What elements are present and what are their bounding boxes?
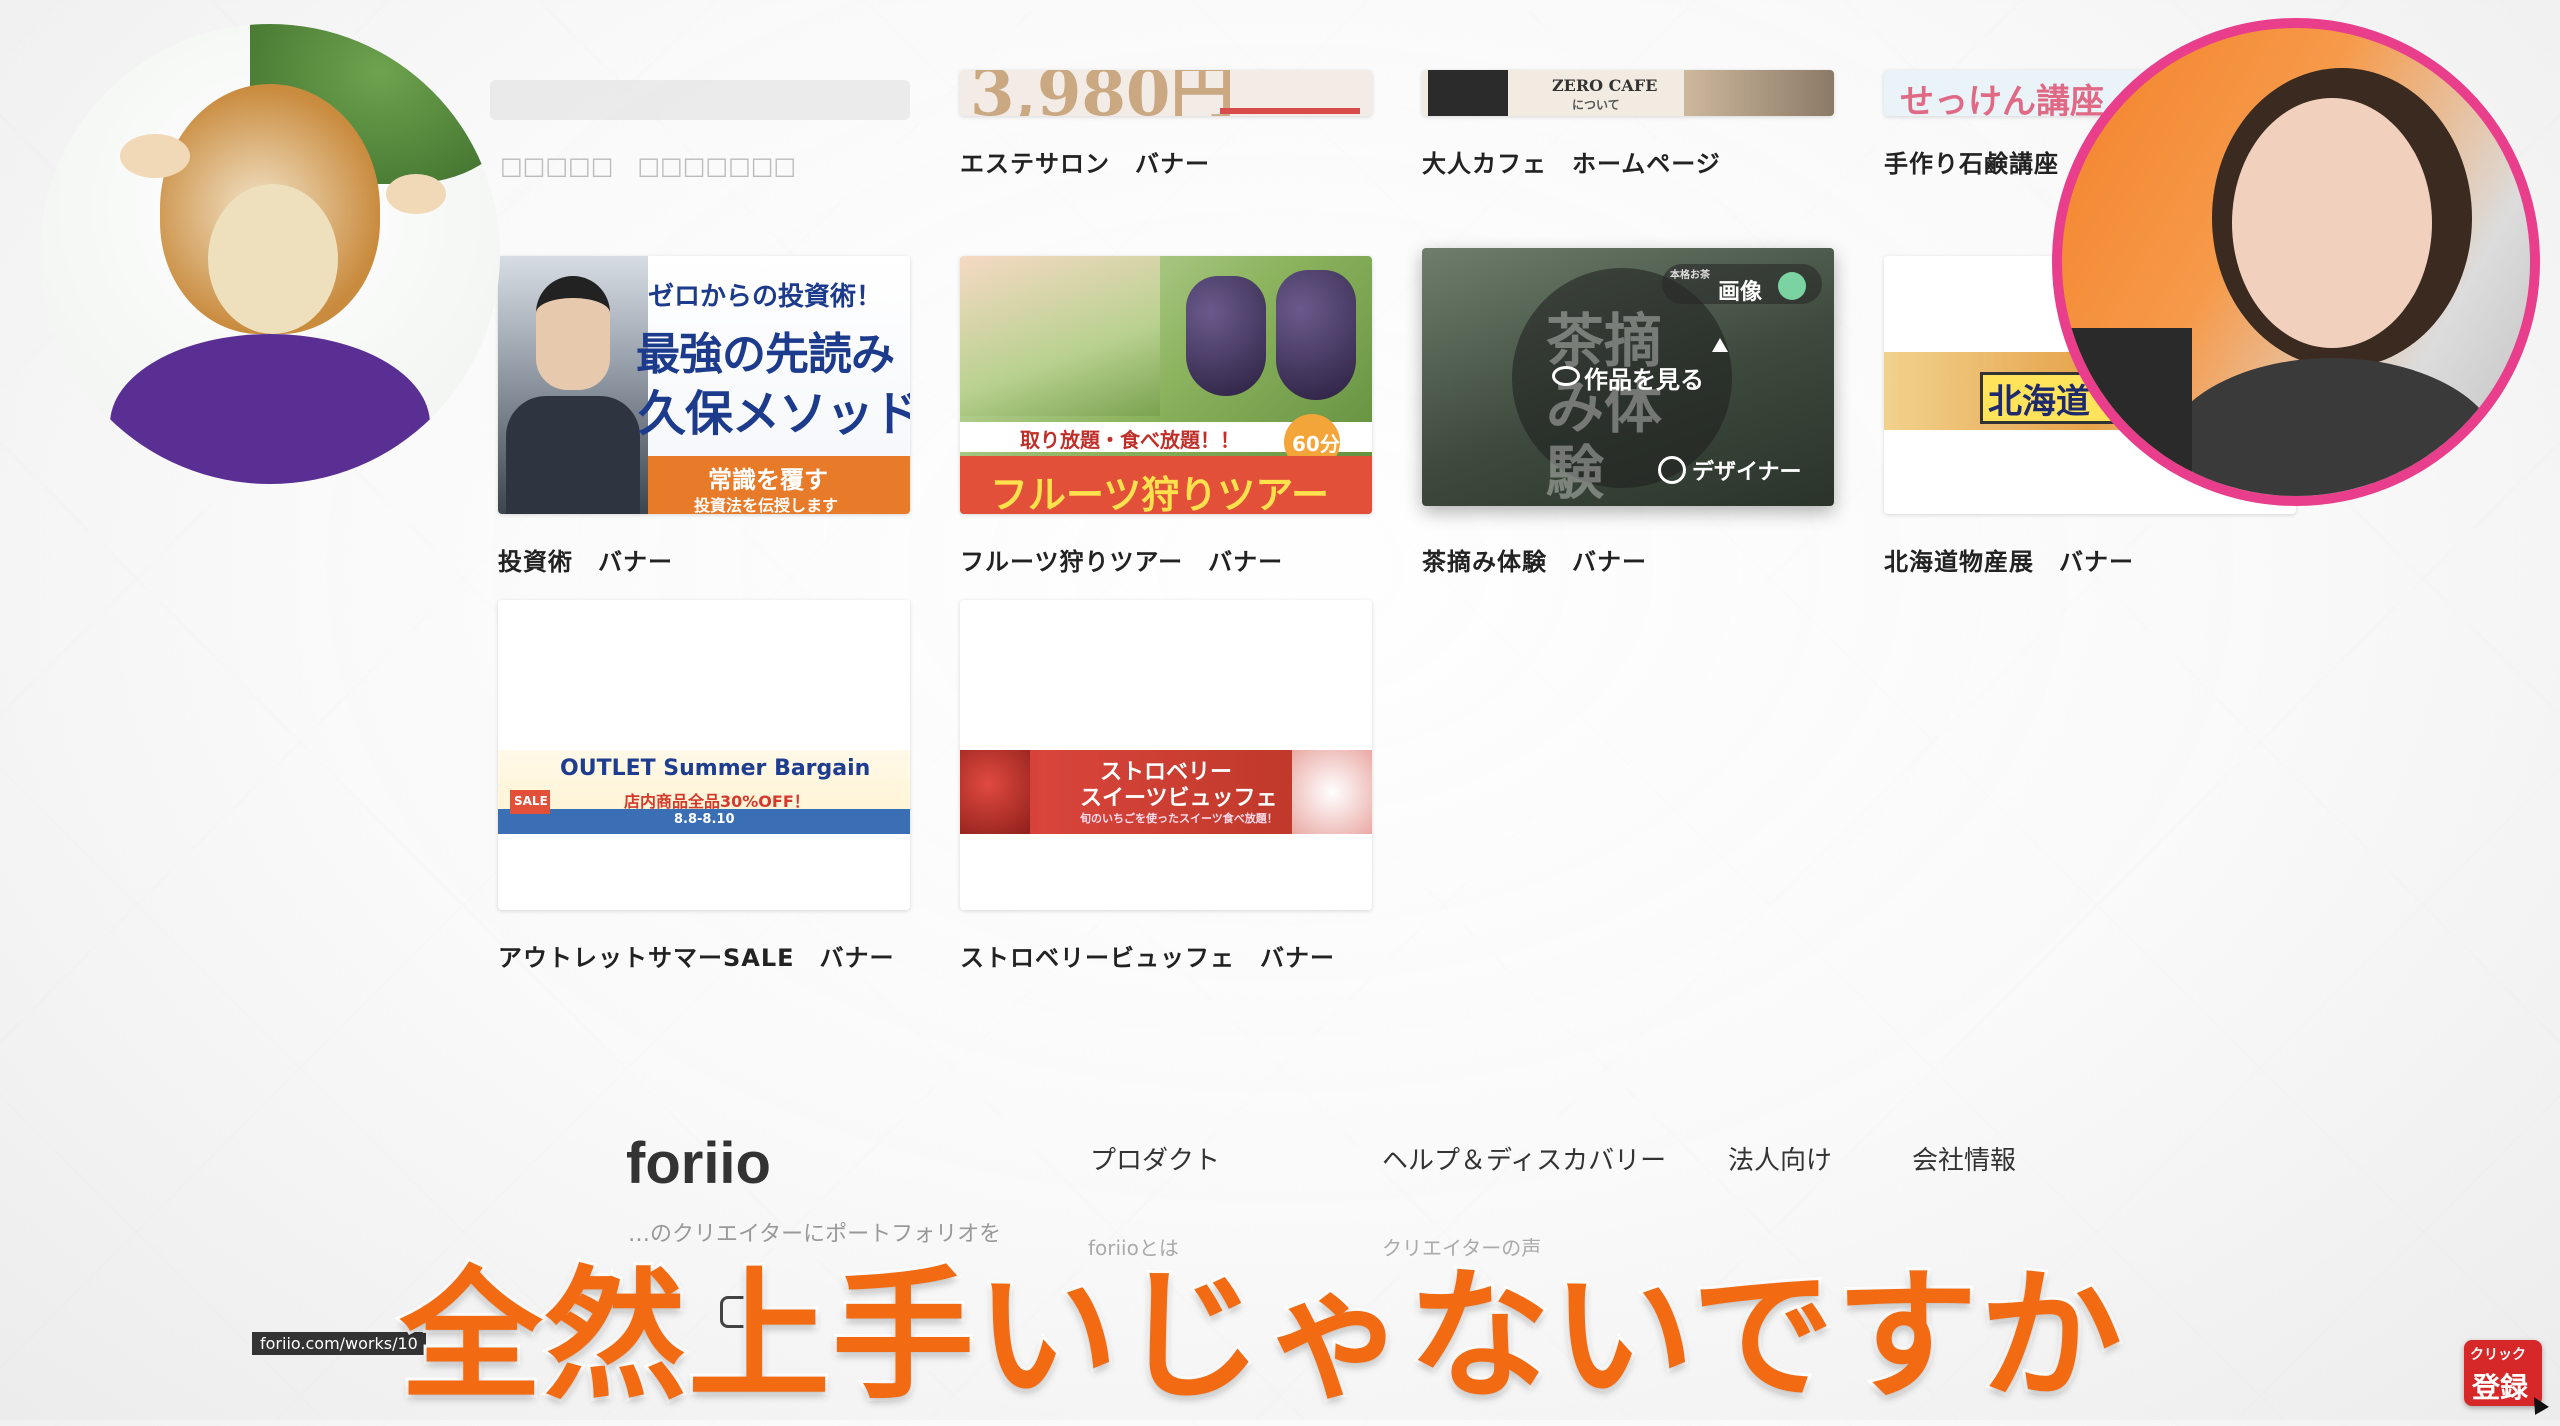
banner-line4: 常識を覆す (708, 466, 828, 494)
work-caption: 茶摘み体験 バナー (1422, 548, 1647, 576)
hover-designer-label[interactable]: デザイナー (1692, 454, 1802, 486)
presenter-face (2232, 98, 2432, 348)
work-thumbnail[interactable]: OUTLET Summer Bargain 店内商品全品30%OFF！ 8.8-… (498, 600, 910, 910)
banner-title: ZERO CAFE (1552, 76, 1658, 95)
banner-title: せっけん講座 (1900, 82, 2104, 116)
footer-link-company[interactable]: 会社情報 (1912, 1140, 2016, 1177)
banner-line2: 店内商品全品30%OFF！ (624, 792, 810, 811)
banner-price: 3,980円 (970, 70, 1235, 116)
mascot-body (110, 334, 430, 484)
banner-line1: ゼロからの投資術！ (648, 282, 883, 312)
hover-tag-small: 本格お茶 (1670, 270, 1710, 281)
work-thumbnail[interactable]: ストロベリー スイーツビュッフェ 旬のいちごを使ったスイーツ食べ放題！ (960, 600, 1372, 910)
pointer-icon (2527, 1393, 2549, 1415)
faded-filter-label: □□□□□ □□□□□□□ (500, 152, 797, 180)
work-thumbnail[interactable]: ZERO CAFE について (1422, 70, 1834, 116)
footer-link-help[interactable]: ヘルプ＆ディスカバリー (1382, 1140, 1666, 1177)
banner-tart-left (960, 750, 1030, 834)
presenter-monitor (2062, 328, 2192, 496)
banner-sub: について (1572, 98, 1620, 112)
cursor-icon (1712, 338, 1728, 352)
banner-line2: スイーツビュッフェ (1080, 786, 1278, 811)
banner-line3: 久保メソッド (638, 386, 910, 442)
hover-tag-label: 画像 (1718, 280, 1763, 305)
mascot-ear-right (386, 174, 446, 214)
work-caption: 大人カフェ ホームページ (1422, 150, 1721, 178)
eye-icon (1552, 366, 1580, 386)
work-caption: アウトレットサマーSALE バナー (498, 944, 895, 972)
banner-person-suit (506, 396, 640, 514)
work-caption: 北海道物産展 バナー (1884, 548, 2134, 576)
work-thumbnail[interactable]: 取り放題・食べ放題！！ 60分 フルーツ狩りツアー (960, 256, 1372, 514)
banner-line5: 投資法を伝授します (694, 496, 839, 514)
mascot-ear-left (120, 134, 190, 178)
work-thumbnail[interactable]: 茶摘み体験 本格お茶 画像 作品を見る デザイナー (1422, 248, 1834, 506)
hover-view-label[interactable]: 作品を見る (1584, 360, 1704, 395)
banner-line1: OUTLET Summer Bargain (560, 756, 871, 781)
work-caption: 投資術 バナー (498, 548, 673, 576)
banner-line2: フルーツ狩りツアー (990, 473, 1329, 514)
footer-link-product[interactable]: プロダクト (1090, 1140, 1220, 1177)
banner-line2: 最強の先読み (636, 329, 895, 380)
user-icon (1658, 456, 1686, 484)
video-subtitle: 全然上手いじゃないですか (397, 1251, 2125, 1422)
work-caption: ストロベリービュッフェ バナー (960, 944, 1335, 972)
work-caption: フルーツ狩りツアー バナー (960, 548, 1284, 576)
presenter-top (2162, 358, 2502, 496)
footer-link-business[interactable]: 法人向け (1728, 1140, 1832, 1177)
subscribe-line1: クリック (2470, 1347, 2526, 1363)
work-thumbnail[interactable]: 3,980円 (960, 70, 1372, 116)
work-caption: 手作り石鹸講座 (1884, 150, 2059, 178)
image-type-icon (1778, 272, 1806, 300)
banner-accent-bar (1220, 108, 1360, 114)
subscribe-line2: 登録 (2472, 1371, 2529, 1404)
sale-tag-text: SALE (514, 794, 548, 808)
avatar-mascot (40, 24, 500, 484)
banner-cake-right (1292, 750, 1372, 834)
work-thumbnail[interactable]: ゼロからの投資術！ 最強の先読み 久保メソッド 常識を覆す 投資法を伝授します (498, 256, 910, 514)
banner-line3: 8.8-8.10 (674, 812, 735, 827)
avatar-presenter (2052, 18, 2540, 506)
banner-person-head (536, 276, 610, 390)
banner-line3: 旬のいちごを使ったスイーツ食べ放題！ (1080, 812, 1278, 825)
faded-filter-bar (490, 80, 910, 120)
banner-badge-text: 60分 (1292, 432, 1340, 456)
banner-family-photo (960, 256, 1160, 416)
work-caption: エステサロン バナー (960, 150, 1210, 178)
banner-line1: 取り放題・食べ放題！！ (1020, 428, 1240, 452)
subscribe-button[interactable]: クリック 登録 (2464, 1340, 2549, 1415)
banner-grapes-2 (1276, 270, 1356, 400)
footer-logo[interactable]: foriio (626, 1130, 771, 1197)
mascot-face (208, 184, 338, 334)
banner-photo-right (1684, 70, 1834, 116)
banner-grapes-1 (1186, 276, 1266, 396)
banner-photo (1428, 70, 1508, 116)
